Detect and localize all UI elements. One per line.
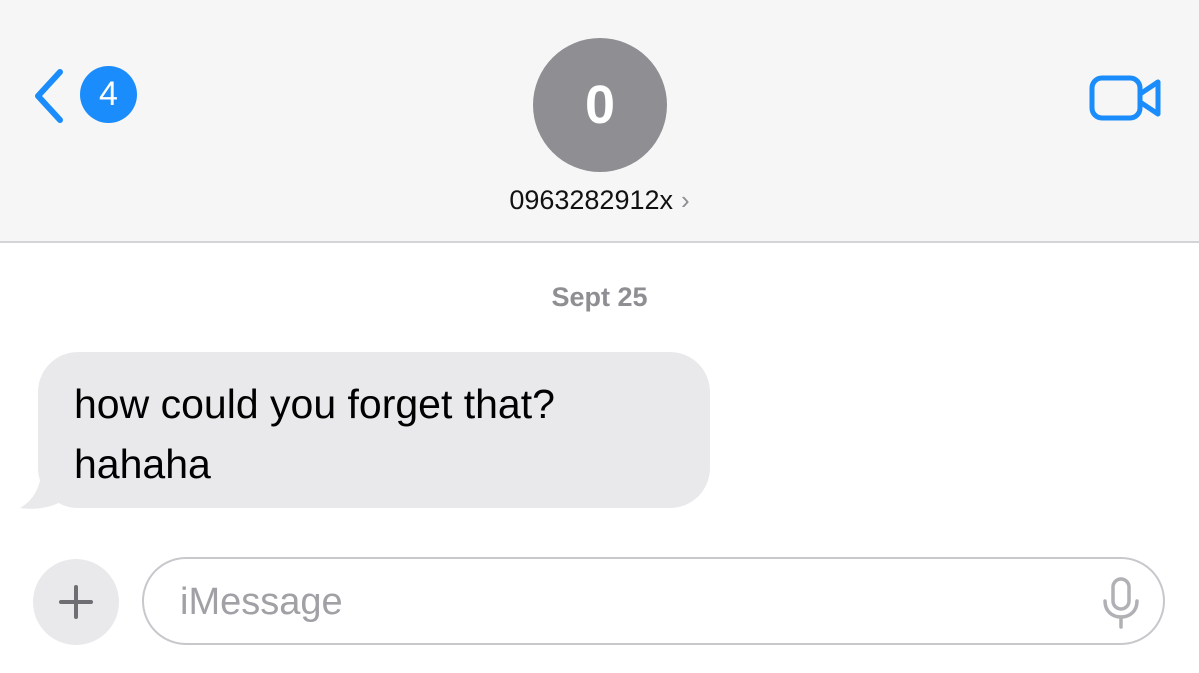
imessage-input[interactable] <box>178 569 1062 635</box>
contact-details-link[interactable]: 0963282912x › <box>0 180 1199 220</box>
chevron-left-icon <box>35 69 63 123</box>
plus-icon <box>59 585 93 619</box>
messages-conversation-screen: 4 0 0963282912x › Sept 25 how could you f… <box>0 0 1199 673</box>
dictation-button[interactable] <box>1099 577 1143 629</box>
conversation-header: 4 0 0963282912x › <box>0 0 1199 243</box>
add-attachment-button[interactable] <box>33 559 119 645</box>
incoming-message: how could you forget that? hahaha <box>20 352 720 512</box>
facetime-video-button[interactable] <box>1088 72 1164 124</box>
contact-avatar[interactable]: 0 <box>533 38 667 172</box>
message-input-container <box>142 557 1165 645</box>
message-bubble-text[interactable]: how could you forget that? hahaha <box>38 352 710 508</box>
contact-name: 0963282912x <box>509 185 673 215</box>
video-camera-icon <box>1089 75 1161 121</box>
chevron-right-icon: › <box>681 185 690 215</box>
unread-count-badge: 4 <box>80 66 137 123</box>
message-date-label: Sept 25 <box>551 282 648 312</box>
microphone-icon <box>1103 577 1139 629</box>
back-button[interactable]: 4 <box>30 62 150 132</box>
